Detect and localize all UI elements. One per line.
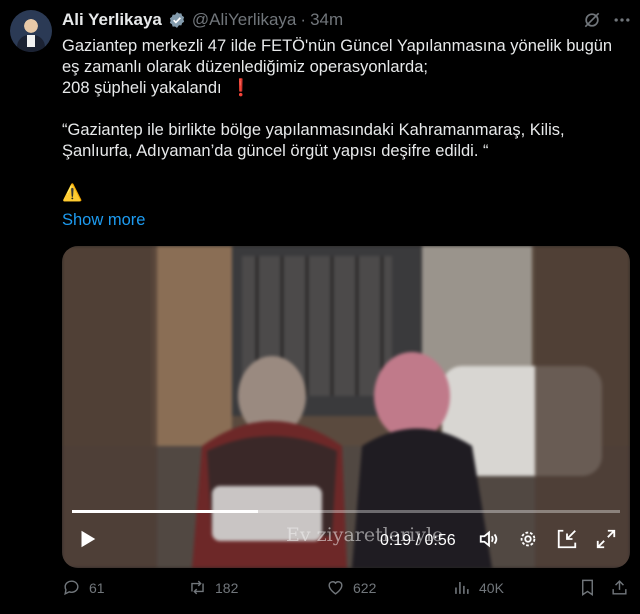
tweet-line-1: Gaziantep merkezli 47 ilde FETÖ'nün Günc… bbox=[62, 37, 613, 55]
like-count: 622 bbox=[353, 579, 377, 596]
volume-icon[interactable] bbox=[478, 528, 500, 550]
video-time: 0:19 / 0:56 bbox=[380, 532, 456, 550]
quote-line-2: Şanlıurfa, Adıyaman’da güncel örgüt yapı… bbox=[62, 142, 489, 160]
more-icon[interactable] bbox=[612, 10, 632, 30]
author-handle[interactable]: @AliYerlikaya bbox=[192, 10, 297, 30]
like-action[interactable]: 622 bbox=[326, 578, 376, 597]
views-action[interactable]: 40K bbox=[452, 578, 504, 597]
tweet-time[interactable]: 34m bbox=[310, 10, 343, 30]
blank-line-2 bbox=[62, 162, 632, 183]
share-action[interactable] bbox=[610, 578, 629, 597]
tweet-line-3: 208 şüpheli yakalandı ❗ bbox=[62, 78, 632, 99]
video-player[interactable]: Ev ziyaretleriyle 0:19 / 0:56 bbox=[62, 246, 630, 568]
exclamation-emoji: ❗ bbox=[230, 79, 252, 97]
views-icon bbox=[455, 581, 469, 594]
video-progress-bar[interactable] bbox=[72, 510, 620, 513]
reply-count: 61 bbox=[89, 579, 105, 596]
reply-action[interactable]: 61 bbox=[62, 578, 105, 597]
tweet-text: Gaziantep merkezli 47 ilde FETÖ'nün Günc… bbox=[62, 36, 632, 204]
verified-badge-icon bbox=[169, 12, 184, 28]
time-divider: / bbox=[415, 532, 421, 549]
duration: 0:56 bbox=[424, 532, 456, 549]
fullscreen-icon[interactable] bbox=[595, 528, 617, 550]
tweet-header: Ali Yerlikaya @AliYerlikaya · 34m bbox=[62, 10, 343, 30]
like-icon bbox=[328, 581, 343, 595]
grok-icon[interactable] bbox=[582, 10, 602, 30]
play-icon[interactable] bbox=[76, 528, 98, 550]
reply-icon bbox=[64, 580, 79, 596]
author-name[interactable]: Ali Yerlikaya bbox=[62, 10, 162, 30]
share-icon bbox=[612, 580, 627, 595]
views-count: 40K bbox=[479, 579, 504, 596]
current-time: 0:19 bbox=[380, 532, 412, 549]
avatar[interactable] bbox=[10, 10, 52, 52]
video-frame bbox=[62, 246, 630, 568]
show-more-link[interactable]: Show more bbox=[62, 211, 145, 230]
settings-icon[interactable] bbox=[517, 528, 539, 550]
separator-dot: · bbox=[300, 10, 307, 29]
tweet-actions: 61 182 622 40K bbox=[62, 578, 632, 608]
repost-action[interactable]: 182 bbox=[188, 578, 238, 597]
avatar-collar bbox=[27, 35, 35, 47]
repost-count: 182 bbox=[215, 579, 239, 596]
minimize-icon[interactable] bbox=[556, 528, 578, 550]
quote-line-1: “Gaziantep ile birlikte bölge yapılanmas… bbox=[62, 121, 565, 139]
tweet-line-3-text: 208 şüpheli yakalandı bbox=[62, 79, 222, 97]
bookmark-icon bbox=[582, 579, 593, 596]
warning-emoji: ⚠️ bbox=[62, 184, 83, 202]
video-progress-fill bbox=[72, 510, 258, 513]
bookmark-action[interactable] bbox=[578, 578, 597, 597]
repost-icon bbox=[191, 580, 204, 595]
tweet-line-2: eş zamanlı olarak düzenlediğimiz operasy… bbox=[62, 58, 428, 76]
